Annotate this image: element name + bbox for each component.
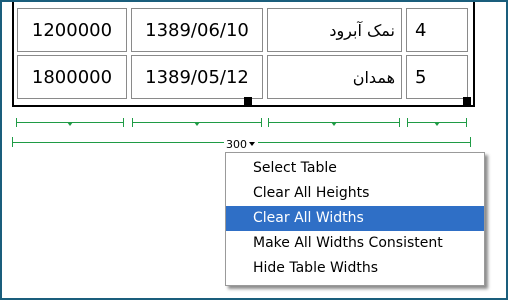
design-view-canvas: 1200000 1389/06/10 نمک آبرود 4 1800000 1… <box>0 0 508 300</box>
data-table[interactable]: 1200000 1389/06/10 نمک آبرود 4 1800000 1… <box>12 2 475 107</box>
menu-item-clear-all-widths[interactable]: Clear All Widths <box>226 206 484 231</box>
column-width-guide[interactable] <box>132 116 262 130</box>
table-cell-city[interactable]: نمک آبرود <box>267 8 402 52</box>
width-guide-arrow-icon[interactable] <box>194 122 200 126</box>
width-guide-arrow-icon[interactable] <box>67 122 73 126</box>
column-width-guide[interactable] <box>16 116 124 130</box>
table-cell-date[interactable]: 1389/05/12 <box>131 55 263 99</box>
table-cell-index[interactable]: 4 <box>406 8 468 52</box>
width-guide-arrow-icon[interactable] <box>331 122 337 126</box>
dropdown-caret-icon <box>249 142 255 146</box>
table-cell-amount[interactable]: 1800000 <box>17 55 127 99</box>
table-cell-date[interactable]: 1389/06/10 <box>131 8 263 52</box>
menu-item-hide-table-widths[interactable]: Hide Table Widths <box>226 256 484 281</box>
width-guide-arrow-icon[interactable] <box>434 122 440 126</box>
resize-handle-icon[interactable] <box>463 97 471 105</box>
table-cell-city[interactable]: همدان <box>267 55 402 99</box>
menu-item-clear-all-heights[interactable]: Clear All Heights <box>226 181 484 206</box>
table-width-menu: Select Table Clear All Heights Clear All… <box>225 152 485 286</box>
resize-handle-icon[interactable] <box>244 97 252 105</box>
column-width-guide[interactable] <box>407 116 467 130</box>
column-width-guides <box>14 116 469 130</box>
column-width-guide[interactable] <box>268 116 400 130</box>
menu-item-make-all-widths-consistent[interactable]: Make All Widths Consistent <box>226 231 484 256</box>
table-cell-amount[interactable]: 1200000 <box>17 8 127 52</box>
menu-item-select-table[interactable]: Select Table <box>226 156 484 181</box>
table-width-button[interactable]: 300 <box>224 137 258 151</box>
table-width-label: 300 <box>226 137 247 151</box>
table-cell-index[interactable]: 5 <box>406 55 468 99</box>
